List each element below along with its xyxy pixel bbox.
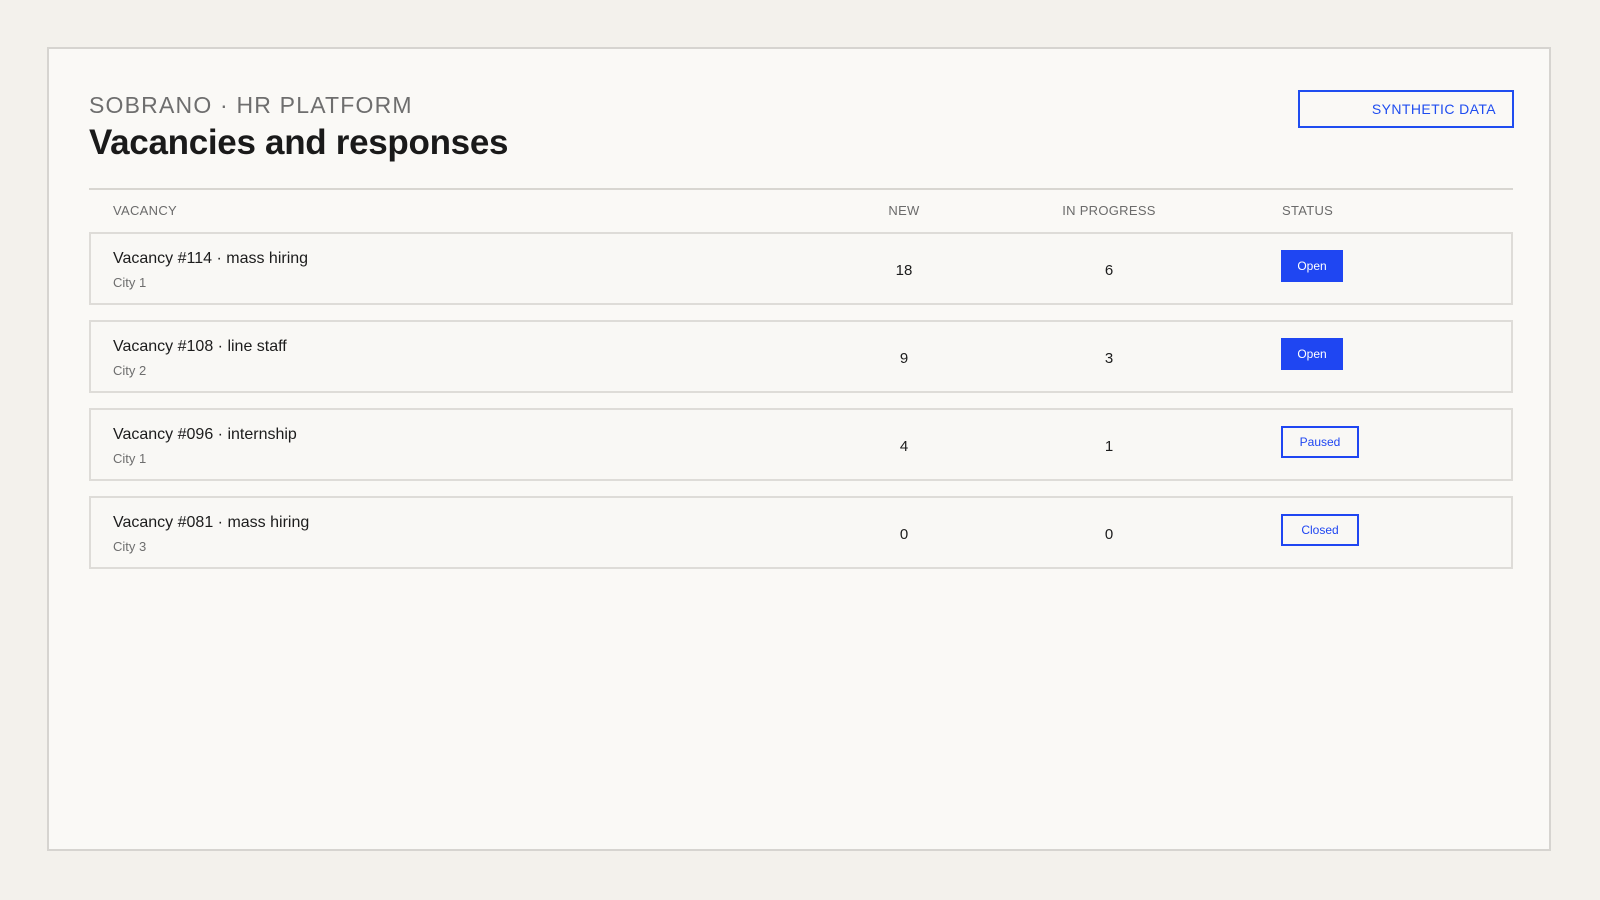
vacancy-title: Vacancy #096 · internship: [113, 426, 297, 443]
column-header-status: STATUS: [1282, 203, 1334, 218]
vacancy-city: City 1: [113, 451, 147, 466]
vacancy-city: City 3: [113, 539, 147, 554]
in-progress-count: 1: [1104, 438, 1114, 455]
table-row[interactable]: Vacancy #114 · mass hiring City 1 18 6 O…: [89, 232, 1513, 305]
column-header-vacancy: VACANCY: [113, 203, 177, 218]
badge-label: SYNTHETIC DATA: [1371, 101, 1496, 117]
status-badge[interactable]: Paused: [1281, 426, 1359, 458]
new-count: 9: [899, 350, 909, 367]
vacancy-title: Vacancy #081 · mass hiring: [113, 514, 310, 531]
status-badge[interactable]: Closed: [1281, 514, 1359, 546]
table-row[interactable]: Vacancy #096 · internship City 1 4 1 Pau…: [89, 408, 1513, 481]
vacancy-title: Vacancy #114 · mass hiring: [113, 250, 309, 267]
table-row[interactable]: Vacancy #108 · line staff City 2 9 3 Ope…: [89, 320, 1513, 393]
app-subtitle: SOBRANO · HR PLATFORM: [89, 92, 413, 118]
column-header-new: NEW: [888, 203, 920, 218]
status-badge[interactable]: Open: [1281, 338, 1343, 370]
new-count: 4: [899, 438, 909, 455]
in-progress-count: 6: [1104, 262, 1114, 279]
in-progress-count: 3: [1104, 350, 1114, 367]
table-row[interactable]: Vacancy #081 · mass hiring City 3 0 0 Cl…: [89, 496, 1513, 569]
synthetic-data-badge: SYNTHETIC DATA: [1298, 90, 1514, 128]
in-progress-count: 0: [1104, 526, 1114, 543]
main-panel: SOBRANO · HR PLATFORM Vacancies and resp…: [47, 47, 1551, 851]
vacancy-city: City 2: [113, 363, 147, 378]
vacancy-list: Vacancy #114 · mass hiring City 1 18 6 O…: [89, 232, 1513, 584]
vacancy-city: City 1: [113, 275, 147, 290]
status-badge[interactable]: Open: [1281, 250, 1343, 282]
new-count: 18: [895, 262, 913, 279]
column-header-in-progress: IN PROGRESS: [1062, 203, 1156, 218]
new-count: 0: [899, 526, 909, 543]
vacancy-title: Vacancy #108 · line staff: [113, 338, 287, 355]
table-header: VACANCY NEW IN PROGRESS STATUS: [89, 190, 1513, 230]
page-title: Vacancies and responses: [89, 123, 509, 162]
